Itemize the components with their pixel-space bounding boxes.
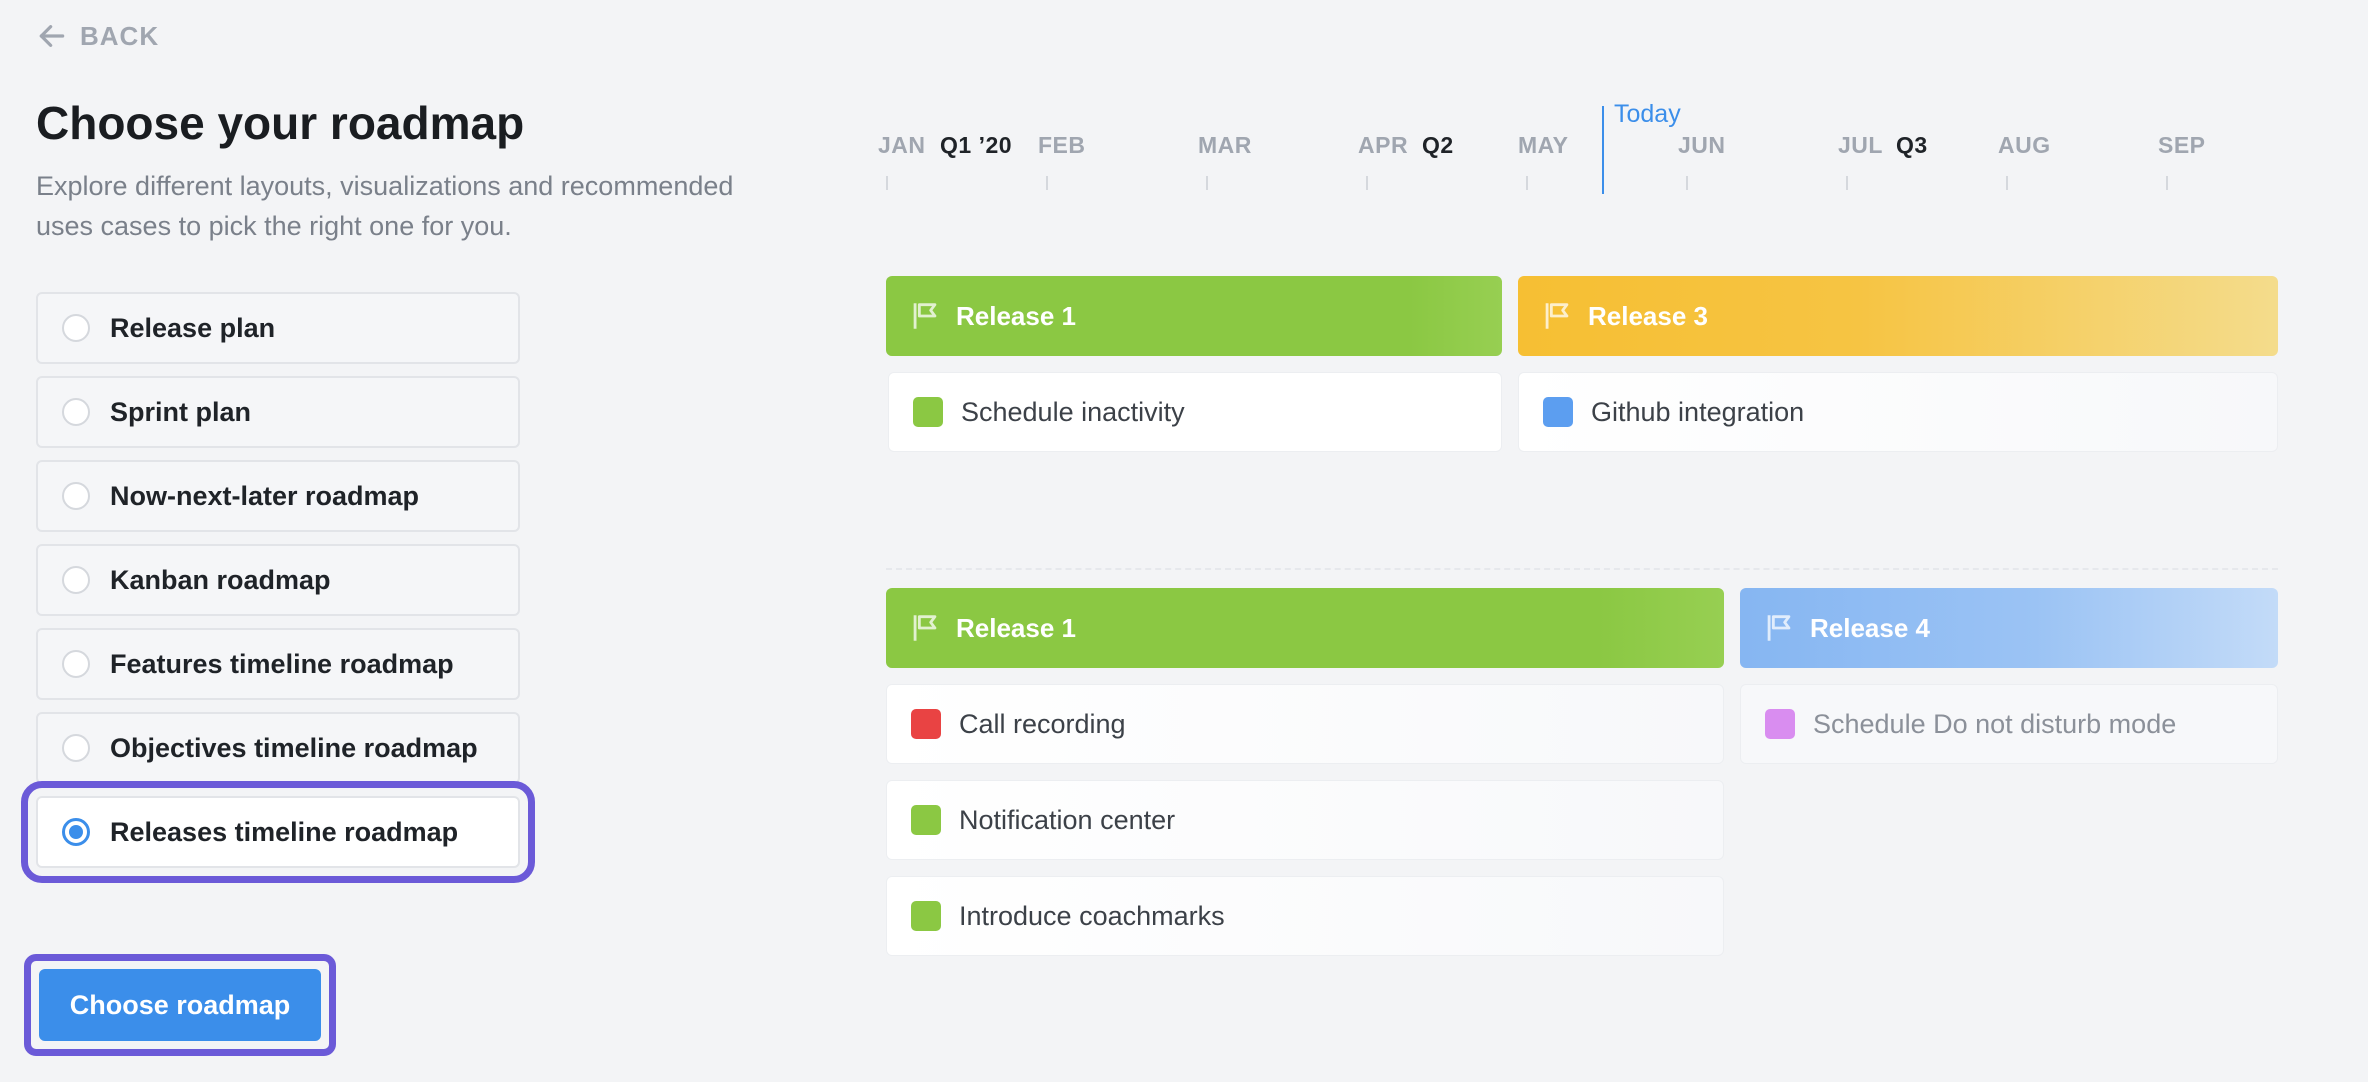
month-label: FEB bbox=[1038, 132, 1086, 158]
feature-label: Schedule Do not disturb mode bbox=[1813, 708, 2177, 739]
timeline-header: JAN Q1 ’20 FEB MAR APR Q2 MAY JUN JUL Q3… bbox=[870, 96, 2290, 196]
release-bar[interactable]: Release 4 bbox=[1740, 588, 2278, 668]
page-title: Choose your roadmap bbox=[36, 97, 525, 149]
month-label: SEP bbox=[2158, 132, 2206, 158]
option-label: Objectives timeline roadmap bbox=[110, 732, 478, 763]
tick-mark bbox=[1366, 176, 1368, 190]
feature-card[interactable]: Github integration bbox=[1518, 372, 2278, 452]
option-features-timeline-roadmap[interactable]: Features timeline roadmap bbox=[36, 628, 520, 700]
quarter-label: Q3 bbox=[1896, 132, 1928, 158]
back-label: BACK bbox=[80, 20, 160, 51]
feature-label: Notification center bbox=[959, 804, 1176, 835]
flag-icon bbox=[913, 615, 937, 641]
row-divider bbox=[886, 568, 2278, 570]
flag-icon bbox=[1767, 615, 1791, 641]
flag-icon bbox=[1545, 303, 1569, 329]
option-sprint-plan[interactable]: Sprint plan bbox=[36, 376, 520, 448]
tick-mark bbox=[886, 176, 888, 190]
feature-label: Call recording bbox=[959, 708, 1126, 739]
radio-button-selected[interactable] bbox=[62, 818, 90, 846]
quarter-label: Q1 ’20 bbox=[940, 132, 1013, 158]
tick-mark bbox=[1206, 176, 1208, 190]
tick-mark bbox=[1526, 176, 1528, 190]
month-label: MAR bbox=[1198, 132, 1252, 158]
flag-icon bbox=[913, 303, 937, 329]
feature-label: Github integration bbox=[1591, 396, 1805, 427]
option-objectives-timeline-roadmap[interactable]: Objectives timeline roadmap bbox=[36, 712, 520, 784]
today-marker bbox=[1602, 106, 1604, 194]
arrow-left-icon bbox=[39, 25, 65, 47]
radio-button[interactable] bbox=[62, 566, 90, 594]
feature-card[interactable]: Notification center bbox=[886, 780, 1724, 860]
release-name: Release 4 bbox=[1810, 612, 1930, 643]
option-releases-timeline-roadmap[interactable]: Releases timeline roadmap bbox=[21, 781, 535, 883]
release-bar[interactable]: Release 3 bbox=[1518, 276, 2278, 356]
radio-button[interactable] bbox=[62, 314, 90, 342]
option-label: Releases timeline roadmap bbox=[110, 816, 459, 847]
month-label: JUN bbox=[1678, 132, 1726, 158]
feature-card[interactable]: Schedule inactivity bbox=[888, 372, 1502, 452]
tick-mark bbox=[2006, 176, 2008, 190]
radio-button[interactable] bbox=[62, 482, 90, 510]
option-label: Release plan bbox=[110, 312, 276, 343]
month-label: APR bbox=[1358, 132, 1409, 158]
status-color-chip bbox=[1765, 709, 1795, 739]
feature-card[interactable]: Schedule Do not disturb mode bbox=[1740, 684, 2278, 764]
choose-roadmap-button[interactable]: Choose roadmap bbox=[39, 969, 321, 1041]
release-bar[interactable]: Release 1 bbox=[886, 588, 1724, 668]
quarter-label: Q2 bbox=[1422, 132, 1454, 158]
month-label: JUL bbox=[1838, 132, 1883, 158]
release-bar[interactable]: Release 1 bbox=[886, 276, 1502, 356]
month-label: MAY bbox=[1518, 132, 1569, 158]
feature-label: Introduce coachmarks bbox=[959, 900, 1225, 931]
option-release-plan[interactable]: Release plan bbox=[36, 292, 520, 364]
feature-card[interactable]: Call recording bbox=[886, 684, 1724, 764]
feature-card[interactable]: Introduce coachmarks bbox=[886, 876, 1724, 956]
status-color-chip bbox=[913, 397, 943, 427]
release-name: Release 3 bbox=[1588, 300, 1708, 331]
back-link[interactable]: BACK bbox=[36, 20, 159, 52]
page-subtitle: Explore different layouts, visualization… bbox=[36, 171, 734, 241]
tick-mark bbox=[1686, 176, 1688, 190]
radio-button[interactable] bbox=[62, 650, 90, 678]
radio-button[interactable] bbox=[62, 398, 90, 426]
month-label: AUG bbox=[1998, 132, 2051, 158]
tick-mark bbox=[1046, 176, 1048, 190]
choose-button-focus-ring: Choose roadmap bbox=[24, 954, 336, 1056]
status-color-chip bbox=[911, 709, 941, 739]
status-color-chip bbox=[1543, 397, 1573, 427]
release-name: Release 1 bbox=[956, 612, 1076, 643]
option-now-next-later-roadmap[interactable]: Now-next-later roadmap bbox=[36, 460, 520, 532]
feature-label: Schedule inactivity bbox=[961, 396, 1185, 427]
release-name: Release 1 bbox=[956, 300, 1076, 331]
option-label: Sprint plan bbox=[110, 396, 251, 427]
roadmap-options: Release plan Sprint plan Now-next-later … bbox=[21, 292, 535, 883]
tick-mark bbox=[2166, 176, 2168, 190]
month-label: JAN bbox=[878, 132, 926, 158]
tick-mark bbox=[1846, 176, 1848, 190]
radio-dot bbox=[69, 825, 83, 839]
status-color-chip bbox=[911, 805, 941, 835]
radio-button[interactable] bbox=[62, 734, 90, 762]
option-label: Kanban roadmap bbox=[110, 564, 331, 595]
option-kanban-roadmap[interactable]: Kanban roadmap bbox=[36, 544, 520, 616]
option-label: Features timeline roadmap bbox=[110, 648, 454, 679]
status-color-chip bbox=[911, 901, 941, 931]
today-label: Today bbox=[1614, 100, 1681, 128]
option-label: Now-next-later roadmap bbox=[110, 480, 420, 511]
